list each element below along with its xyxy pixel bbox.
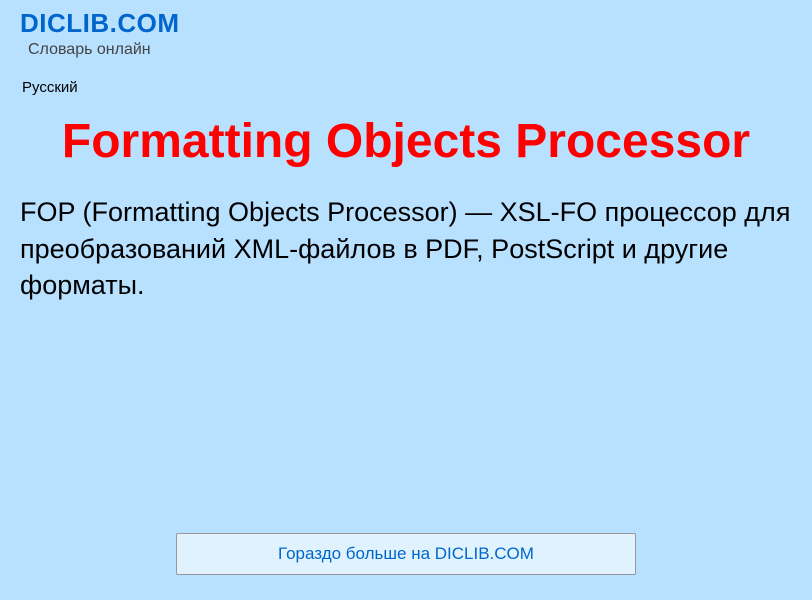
page-title: Formatting Objects Processor xyxy=(0,114,812,169)
site-title[interactable]: DICLIB.COM xyxy=(20,8,792,39)
header: DICLIB.COM Словарь онлайн Русский xyxy=(0,0,812,96)
site-subtitle: Словарь онлайн xyxy=(28,41,792,59)
article-description: FOP (Formatting Objects Processor) — XSL… xyxy=(0,194,812,303)
more-link-button[interactable]: Гораздо больше на DICLIB.COM xyxy=(176,533,636,575)
language-label[interactable]: Русский xyxy=(22,79,792,96)
